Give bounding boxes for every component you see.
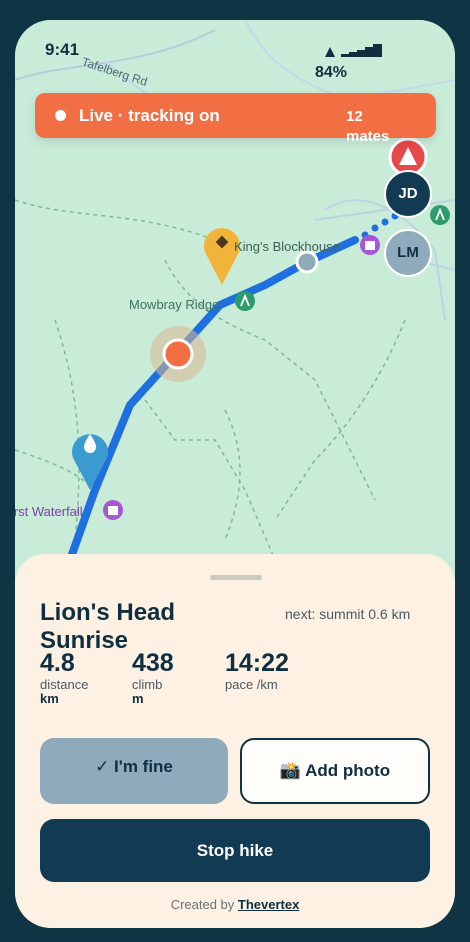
waypoint-marker bbox=[295, 250, 319, 274]
map-label-waterfall: First Waterfall bbox=[15, 504, 83, 519]
hiking-poi-icon bbox=[235, 291, 255, 311]
hiking-poi-icon bbox=[430, 205, 450, 225]
hike-title: Lion's Head Sunrise bbox=[40, 599, 176, 654]
avatar-initials: LM bbox=[397, 244, 419, 261]
status-time: 9:41 bbox=[45, 40, 80, 59]
credit-prefix: Created by bbox=[170, 897, 238, 912]
hike-bottom-sheet: Lion's Head Sunrise next: summit 0.6 km … bbox=[15, 554, 455, 928]
status-bar: 9:41 84% bbox=[15, 20, 455, 81]
battery-percent: 84% bbox=[315, 64, 348, 81]
stat-unit: m bbox=[132, 691, 144, 706]
castle-poi-icon bbox=[360, 235, 380, 255]
stat-value: 14:22 bbox=[225, 649, 289, 677]
stat-distance: 4.8 distance km bbox=[40, 648, 88, 705]
credit-link[interactable]: Thevertex bbox=[238, 897, 299, 912]
stop-hike-button[interactable]: Stop hike bbox=[40, 819, 430, 882]
current-position-marker bbox=[162, 338, 194, 370]
stat-label: climb bbox=[132, 677, 163, 692]
mate-avatar-jd[interactable]: JD bbox=[384, 170, 432, 218]
stat-climb: 438 climb m bbox=[132, 648, 174, 705]
map-label-ridge: Mowbray Ridge bbox=[129, 297, 219, 312]
next-waypoint-label: next: summit 0.6 km bbox=[285, 606, 411, 622]
live-tracking-banner[interactable]: Live · tracking on 12 mates bbox=[35, 93, 436, 145]
live-status-text: Live · tracking on bbox=[79, 106, 220, 125]
stat-value: 4.8 bbox=[40, 649, 75, 677]
im-fine-button[interactable]: ✓ I'm fine bbox=[40, 738, 228, 804]
stat-pace: 14:22 pace /km bbox=[225, 648, 289, 692]
signal-icon bbox=[325, 44, 382, 57]
map-label-blockhouse: King's Blockhouse bbox=[234, 239, 340, 254]
stat-value: 438 bbox=[132, 649, 174, 677]
mates-count[interactable]: 12 mates bbox=[346, 107, 406, 147]
device-frame: Tafelberg Rd King's Blockhouse Mowbray R… bbox=[0, 0, 470, 942]
castle-poi-icon bbox=[103, 500, 123, 520]
stat-unit: km bbox=[40, 691, 59, 706]
mate-avatar-lm[interactable]: LM bbox=[384, 229, 432, 277]
sheet-drag-handle[interactable] bbox=[210, 575, 262, 580]
avatar-initials: JD bbox=[398, 185, 418, 202]
credit-line: Created by Thevertex bbox=[15, 897, 455, 912]
app-screen: Tafelberg Rd King's Blockhouse Mowbray R… bbox=[15, 20, 455, 928]
stat-label: pace /km bbox=[225, 677, 278, 692]
live-dot-icon bbox=[55, 110, 66, 121]
add-photo-button[interactable]: 📸 Add photo bbox=[240, 738, 430, 804]
stat-label: distance bbox=[40, 677, 89, 692]
